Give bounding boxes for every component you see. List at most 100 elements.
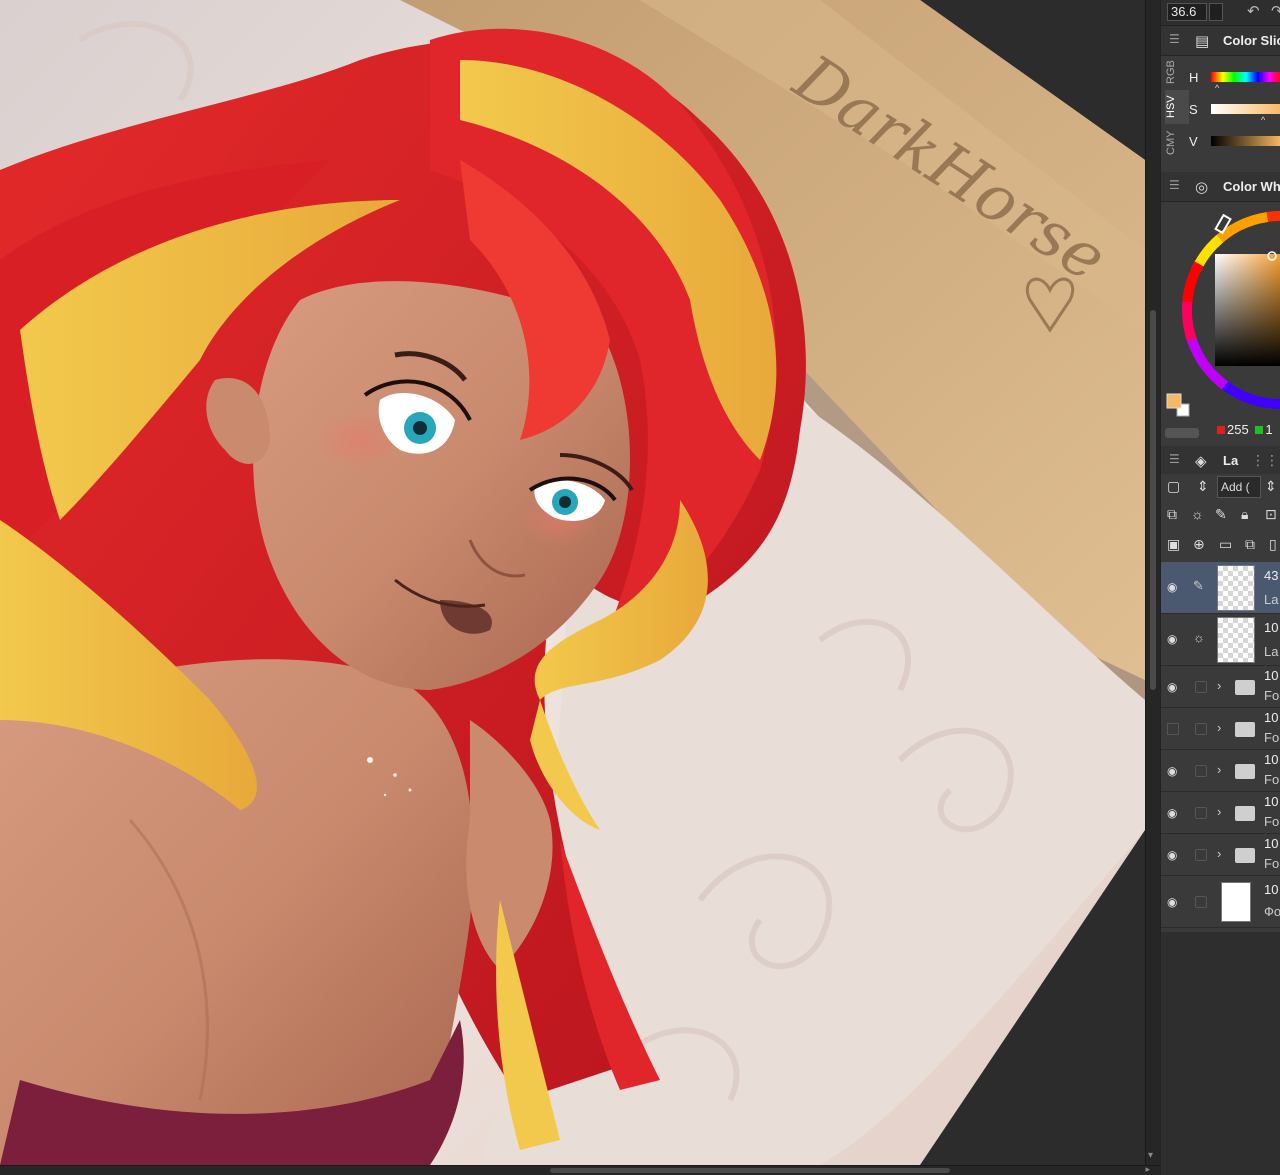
delete-layer-icon[interactable]: ▯ bbox=[1269, 536, 1277, 553]
layer-toolbar: ▢ ⇕ Add ( ⇕ ⧉ ☼ ✎ 🔒︎ ⊡ ▣ ⊕ ▭ ⧉ ▯ bbox=[1161, 474, 1280, 562]
color-wheel[interactable] bbox=[1161, 204, 1280, 449]
folder-icon bbox=[1235, 764, 1255, 779]
clip-layer-icon[interactable]: ⧉ bbox=[1167, 506, 1177, 523]
clip-studio-window: DarkHorse ▾ ▸ 36.6 ↶ ↷ ☰ ▤ Color Slic RG… bbox=[0, 0, 1280, 1175]
artwork-canvas[interactable]: DarkHorse bbox=[0, 0, 1145, 1165]
grid-icon[interactable]: ⋮⋮ bbox=[1251, 452, 1279, 469]
layer-opacity: 10 bbox=[1264, 882, 1279, 897]
chevron-right-icon[interactable]: › bbox=[1217, 720, 1221, 735]
panel-menu-icon[interactable]: ☰ bbox=[1169, 452, 1180, 466]
eye-icon[interactable]: ◉ bbox=[1167, 764, 1177, 778]
right-panel: 36.6 ↶ ↷ ☰ ▤ Color Slic RGB HSV CMY H ^ … bbox=[1160, 0, 1280, 1175]
undo-icon[interactable]: ↶ bbox=[1247, 2, 1260, 20]
lock-icon[interactable]: 🔒︎ bbox=[1241, 506, 1248, 523]
color-wheel-title: Color Wh bbox=[1223, 179, 1280, 194]
canvas-vertical-scrollbar[interactable]: ▾ bbox=[1145, 0, 1160, 1165]
eye-hidden-icon[interactable] bbox=[1167, 723, 1179, 735]
layer-checkbox[interactable] bbox=[1195, 849, 1207, 861]
reference-layer-icon[interactable]: ☼ bbox=[1191, 506, 1204, 522]
zoom-spinner[interactable] bbox=[1209, 3, 1223, 21]
eye-icon[interactable]: ◉ bbox=[1167, 806, 1177, 820]
layer-checkbox[interactable] bbox=[1195, 896, 1207, 908]
layer-checkbox[interactable] bbox=[1195, 765, 1207, 777]
folder-row[interactable]: ◉ › 10 Fo bbox=[1161, 792, 1280, 834]
blend-mode-select[interactable]: Add ( bbox=[1217, 476, 1261, 498]
redo-icon[interactable]: ↷ bbox=[1271, 2, 1280, 20]
layer-checkbox[interactable] bbox=[1195, 723, 1207, 735]
saturation-caret-icon[interactable]: ^ bbox=[1261, 115, 1265, 125]
rgb-readout: 255 1 bbox=[1217, 422, 1273, 437]
layer-panel-header[interactable]: ☰ ◈ La ⋮⋮ bbox=[1161, 446, 1280, 476]
folder-icon bbox=[1235, 806, 1255, 821]
layer-name: Фо bbox=[1264, 904, 1280, 919]
layer-checkbox[interactable] bbox=[1195, 681, 1207, 693]
layer-name: La bbox=[1264, 644, 1279, 659]
layer-opacity: 10 bbox=[1264, 668, 1279, 683]
slider-label-s: S bbox=[1189, 102, 1198, 117]
layer-name: Fo bbox=[1264, 772, 1280, 787]
paper-thumbnail bbox=[1221, 882, 1251, 922]
eye-icon[interactable]: ◉ bbox=[1167, 895, 1177, 909]
tab-cmy[interactable]: CMY bbox=[1165, 128, 1189, 158]
scroll-down-icon[interactable]: ▾ bbox=[1148, 1150, 1153, 1161]
draft-layer-icon[interactable]: ✎ bbox=[1215, 506, 1227, 523]
layer-thumbnail bbox=[1217, 565, 1255, 611]
panel-menu-icon[interactable]: ☰ bbox=[1169, 178, 1180, 192]
color-slider-header[interactable]: ☰ ▤ Color Slic bbox=[1161, 26, 1280, 56]
layer-thumbnail bbox=[1217, 617, 1255, 663]
value-slider[interactable] bbox=[1211, 136, 1280, 146]
hue-slider[interactable] bbox=[1211, 72, 1280, 82]
hue-caret-icon[interactable]: ^ bbox=[1215, 83, 1219, 93]
duplicate-layer-icon[interactable]: ⧉ bbox=[1245, 536, 1255, 553]
red-square-icon bbox=[1217, 426, 1225, 434]
chevron-right-icon[interactable]: › bbox=[1217, 804, 1221, 819]
zoom-input[interactable]: 36.6 bbox=[1167, 3, 1207, 21]
new-raster-layer-icon[interactable]: ▣ bbox=[1167, 536, 1180, 553]
canvas-area[interactable]: DarkHorse bbox=[0, 0, 1145, 1165]
navigator-strip: 36.6 ↶ ↷ bbox=[1161, 0, 1280, 26]
layer-checkbox[interactable] bbox=[1195, 807, 1207, 819]
saturation-slider[interactable] bbox=[1211, 104, 1280, 114]
layer-name: Fo bbox=[1264, 688, 1280, 703]
chevron-right-icon[interactable]: › bbox=[1217, 678, 1221, 693]
scroll-right-icon[interactable]: ▸ bbox=[1145, 1164, 1150, 1175]
tab-hsv[interactable]: HSV bbox=[1165, 90, 1189, 124]
chevron-right-icon[interactable]: › bbox=[1217, 762, 1221, 777]
eye-icon[interactable]: ◉ bbox=[1167, 580, 1177, 594]
layer-row[interactable]: ◉ ☼ 10 La bbox=[1161, 614, 1280, 666]
folder-row[interactable]: › 10 Fo bbox=[1161, 708, 1280, 750]
eye-icon[interactable]: ◉ bbox=[1167, 848, 1177, 862]
red-value: 255 bbox=[1227, 422, 1249, 437]
layer-opacity: 10 bbox=[1264, 752, 1279, 767]
paper-layer-row[interactable]: ◉ 10 Фо bbox=[1161, 876, 1280, 928]
layer-name: La bbox=[1264, 592, 1279, 607]
layer-name: Fo bbox=[1264, 856, 1280, 871]
layer-opacity: 43 bbox=[1264, 568, 1279, 583]
panel-menu-icon[interactable]: ☰ bbox=[1169, 32, 1180, 46]
reference-layer-icon: ☼ bbox=[1193, 630, 1205, 645]
folder-row[interactable]: ◉ › 10 Fo bbox=[1161, 750, 1280, 792]
layer-row[interactable]: ◉ ✎ 43 La bbox=[1161, 562, 1280, 614]
folder-icon bbox=[1235, 722, 1255, 737]
vertical-scroll-thumb[interactable] bbox=[1150, 310, 1156, 690]
lock-transparent-icon[interactable]: ⊡ bbox=[1265, 506, 1277, 523]
folder-icon bbox=[1235, 680, 1255, 695]
eye-icon[interactable]: ◉ bbox=[1167, 632, 1177, 646]
new-folder-icon[interactable]: ▭ bbox=[1219, 536, 1232, 553]
color-slider-icon: ▤ bbox=[1195, 33, 1210, 50]
color-wheel-header[interactable]: ☰ ◎ Color Wh bbox=[1161, 172, 1280, 202]
new-vector-layer-icon[interactable]: ⊕ bbox=[1193, 536, 1205, 553]
horizontal-scroll-thumb[interactable] bbox=[550, 1168, 950, 1173]
layer-property-icon[interactable]: ▢ bbox=[1167, 478, 1180, 495]
panel-empty-area bbox=[1161, 932, 1280, 1175]
chevron-right-icon[interactable]: › bbox=[1217, 846, 1221, 861]
tab-rgb[interactable]: RGB bbox=[1165, 58, 1189, 86]
folder-row[interactable]: ◉ › 10 Fo bbox=[1161, 666, 1280, 708]
folder-row[interactable]: ◉ › 10 Fo bbox=[1161, 834, 1280, 876]
blend-spinner-icon[interactable]: ⇕ bbox=[1265, 478, 1277, 495]
layer-list: ◉ ✎ 43 La ◉ ☼ 10 La ◉ › 10 Fo › 10 Fo ◉ … bbox=[1161, 562, 1280, 932]
layer-opacity: 10 bbox=[1264, 620, 1279, 635]
eye-icon[interactable]: ◉ bbox=[1167, 680, 1177, 694]
canvas-horizontal-scrollbar[interactable]: ▸ bbox=[0, 1164, 1160, 1175]
spinner-icon[interactable]: ⇕ bbox=[1197, 478, 1209, 495]
